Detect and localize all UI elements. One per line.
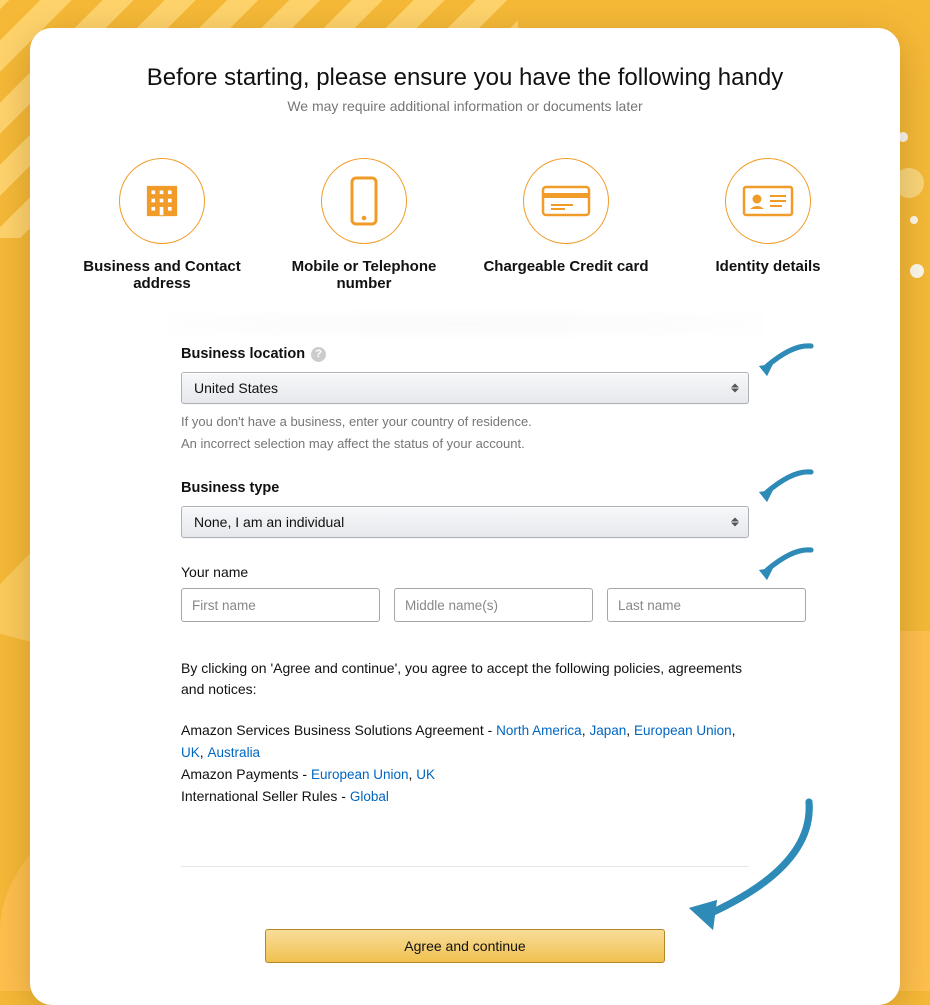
link-uk[interactable]: UK — [181, 745, 200, 760]
chevron-updown-icon — [731, 384, 739, 393]
agree-continue-button[interactable]: Agree and continue — [265, 929, 665, 963]
select-value: None, I am an individual — [194, 514, 344, 530]
requirement-label: Chargeable Credit card — [472, 258, 660, 275]
business-location-select[interactable]: United States — [181, 372, 749, 404]
label-text: Business type — [181, 480, 279, 496]
requirements-row: Business and Contact address Mobile or T… — [68, 158, 862, 292]
annotation-arrow-icon — [639, 796, 819, 941]
phone-icon — [321, 158, 407, 244]
annotation-arrow-icon — [753, 468, 815, 511]
form-area: Business location ? United States If you… — [181, 346, 749, 963]
chevron-updown-icon — [731, 518, 739, 527]
middle-name-input[interactable] — [394, 588, 593, 622]
page-subtitle: We may require additional information or… — [56, 98, 874, 114]
link-payments-eu[interactable]: European Union — [311, 767, 409, 782]
agreement-prefix: Amazon Payments - — [181, 766, 311, 782]
location-hint-1: If you don't have a business, enter your… — [181, 412, 749, 432]
last-name-input[interactable] — [607, 588, 806, 622]
agreement-line-1: Amazon Services Business Solutions Agree… — [181, 720, 749, 764]
select-value: United States — [194, 380, 278, 396]
building-icon — [119, 158, 205, 244]
agreement-intro: By clicking on 'Agree and continue', you… — [181, 658, 749, 700]
annotation-arrow-icon — [753, 546, 815, 589]
business-type-label: Business type — [181, 480, 749, 496]
link-eu[interactable]: European Union — [634, 723, 732, 738]
location-hint-2: An incorrect selection may affect the st… — [181, 434, 749, 454]
label-text: Business location — [181, 346, 305, 362]
link-japan[interactable]: Japan — [589, 723, 626, 738]
help-icon[interactable]: ? — [311, 347, 326, 362]
requirement-address: Business and Contact address — [68, 158, 256, 292]
requirement-card: Chargeable Credit card — [472, 158, 660, 292]
id-card-icon — [725, 158, 811, 244]
business-location-label: Business location ? — [181, 346, 749, 362]
agreement-section: By clicking on 'Agree and continue', you… — [181, 658, 749, 808]
requirement-label: Identity details — [674, 258, 862, 275]
link-north-america[interactable]: North America — [496, 723, 582, 738]
agreement-prefix: International Seller Rules - — [181, 788, 350, 804]
credit-card-icon — [523, 158, 609, 244]
name-row — [181, 588, 749, 622]
agreement-prefix: Amazon Services Business Solutions Agree… — [181, 722, 496, 738]
link-australia[interactable]: Australia — [208, 745, 261, 760]
your-name-label: Your name — [181, 564, 749, 580]
link-global[interactable]: Global — [350, 789, 389, 804]
requirement-phone: Mobile or Telephone number — [270, 158, 458, 292]
onboarding-dialog: Before starting, please ensure you have … — [30, 28, 900, 1005]
requirement-label: Mobile or Telephone number — [270, 258, 458, 292]
page-title: Before starting, please ensure you have … — [56, 64, 874, 92]
separator-shadow — [166, 310, 764, 338]
requirement-label: Business and Contact address — [68, 258, 256, 292]
agreement-line-2: Amazon Payments - European Union, UK — [181, 764, 749, 786]
business-type-select[interactable]: None, I am an individual — [181, 506, 749, 538]
link-payments-uk[interactable]: UK — [416, 767, 435, 782]
first-name-input[interactable] — [181, 588, 380, 622]
annotation-arrow-icon — [753, 342, 815, 385]
requirement-identity: Identity details — [674, 158, 862, 292]
